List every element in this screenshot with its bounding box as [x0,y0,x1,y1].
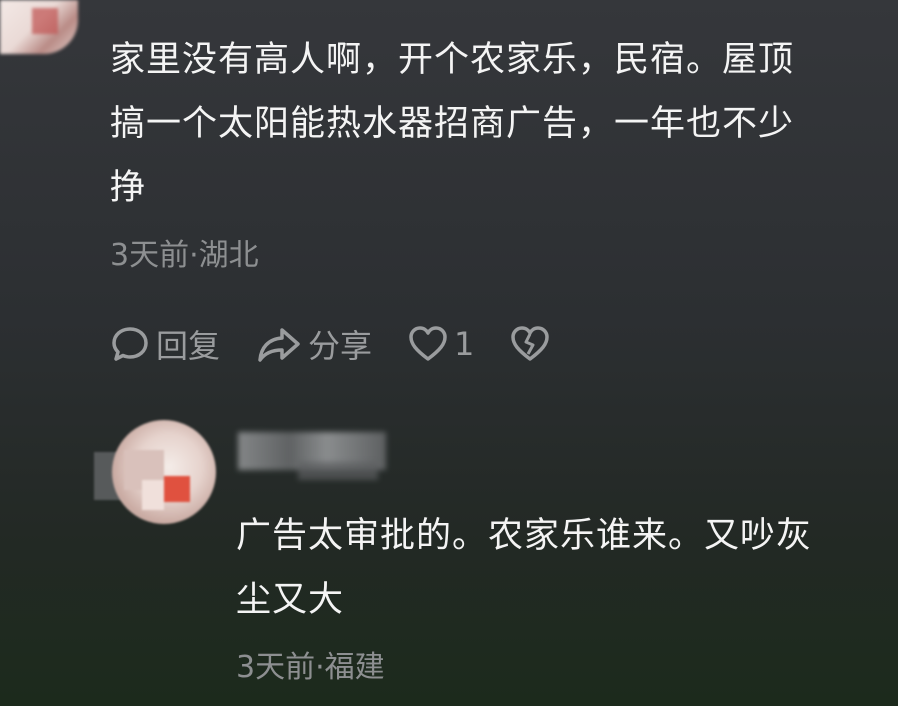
like-count: 1 [454,325,475,363]
commenter-avatar[interactable] [0,0,78,54]
like-button[interactable]: 1 [408,324,474,364]
comment-text: 家里没有高人啊，开个农家乐，民宿。屋顶 搞一个太阳能热水器招商广告，一年也不少 … [110,40,795,208]
dislike-button[interactable] [510,324,556,364]
blurred-username-detail [298,462,378,480]
comment-actions: 回复 分享 1 [110,318,592,370]
reply-text: 广告太审批的。农家乐谁来。又吵灰 尘又大 [236,516,813,620]
share-arrow-icon [258,328,300,362]
reply-label: 回复 [156,327,221,365]
share-button[interactable]: 分享 [256,321,372,367]
heart-icon [409,326,447,361]
reply-button[interactable]: 回复 [110,321,220,367]
reply-meta: 3天前·福建 [236,650,385,685]
share-label: 分享 [308,327,373,365]
comment-meta: 3天前·湖北 [110,238,259,273]
comment-bubble-icon [112,327,148,361]
broken-heart-icon [511,326,550,361]
reply-avatar[interactable] [112,420,216,524]
